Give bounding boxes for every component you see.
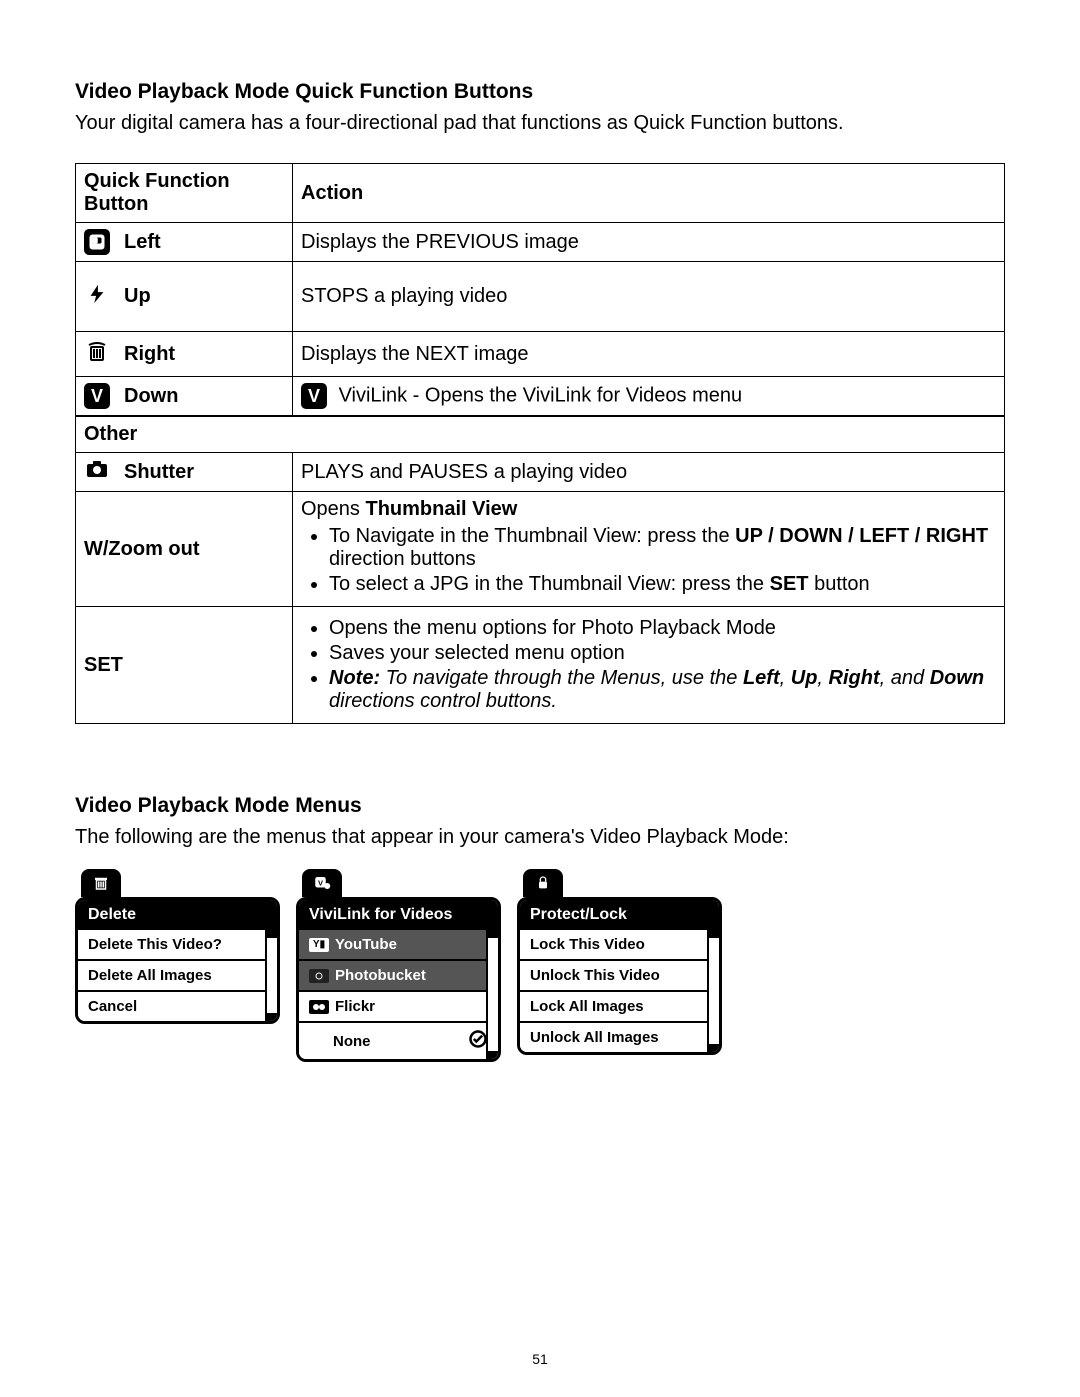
list-item[interactable]: Cancel	[78, 990, 277, 1021]
zoom-action: Opens Thumbnail View To Navigate in the …	[293, 492, 1005, 607]
page-root: Video Playback Mode Quick Function Butto…	[0, 0, 1080, 1397]
down-action: V ViviLink - Opens the ViviLink for Vide…	[293, 377, 1005, 416]
left-label: Left	[124, 231, 161, 254]
th-button: Quick Function Button	[76, 164, 293, 223]
list-item: To Navigate in the Thumbnail View: press…	[329, 525, 996, 571]
shutter-action: PLAYS and PAUSES a playing video	[293, 453, 1005, 492]
list-item[interactable]: Delete All Images	[78, 959, 277, 990]
right-action: Displays the NEXT image	[293, 332, 1005, 377]
set-label: SET	[84, 654, 123, 677]
v-icon: V	[84, 383, 110, 409]
list-item[interactable]: Unlock This Video	[520, 959, 719, 990]
scrollbar[interactable]	[265, 930, 277, 1021]
list-item[interactable]: Unlock All Images	[520, 1021, 719, 1052]
page-number: 51	[0, 1351, 1080, 1367]
section1-title: Video Playback Mode Quick Function Butto…	[75, 80, 1005, 104]
list-item[interactable]: Lock All Images	[520, 990, 719, 1021]
svg-text:V: V	[318, 878, 323, 887]
list-item[interactable]: Lock This Video	[520, 930, 719, 959]
other-table: Other Shutter PLAYS and PAUSES a playing…	[75, 415, 1005, 724]
up-action: STOPS a playing video	[293, 262, 1005, 332]
list-item[interactable]: Photobucket	[299, 959, 498, 990]
shutter-label: Shutter	[124, 461, 194, 484]
set-action: Opens the menu options for Photo Playbac…	[293, 607, 1005, 724]
flickr-icon	[309, 1000, 329, 1014]
up-label: Up	[124, 285, 151, 308]
menu-delete: Delete Delete This Video? Delete All Ima…	[75, 869, 280, 1062]
zoom-label: W/Zoom out	[84, 538, 200, 561]
right-label: Right	[124, 343, 175, 366]
list-item: Opens the menu options for Photo Playbac…	[329, 617, 996, 640]
check-icon	[468, 1029, 488, 1053]
trash-icon	[84, 338, 110, 370]
menu-protect: Protect/Lock Lock This Video Unlock This…	[517, 869, 722, 1062]
menu-title: Protect/Lock	[520, 900, 719, 930]
menu-title: Delete	[78, 900, 277, 930]
camera-icon	[84, 459, 110, 485]
menus-wrap: Delete Delete This Video? Delete All Ima…	[75, 869, 1005, 1062]
down-label: Down	[124, 385, 178, 408]
other-label: Other	[76, 416, 1005, 453]
slideshow-icon	[84, 229, 110, 255]
section1-intro: Your digital camera has a four-direction…	[75, 112, 1005, 135]
list-item[interactable]: Delete This Video?	[78, 930, 277, 959]
vivilink-icon: V	[302, 869, 342, 897]
list-item[interactable]: Flickr	[299, 990, 498, 1021]
menu-title: ViviLink for Videos	[299, 900, 498, 930]
trash-icon	[81, 869, 121, 897]
photobucket-icon	[309, 969, 329, 983]
list-item[interactable]: Y▮ YouTube	[299, 930, 498, 959]
list-item[interactable]: None	[299, 1021, 498, 1059]
section2-intro: The following are the menus that appear …	[75, 826, 1005, 849]
scrollbar[interactable]	[486, 930, 498, 1059]
scrollbar[interactable]	[707, 930, 719, 1052]
th-action: Action	[293, 164, 1005, 223]
youtube-icon: Y▮	[309, 938, 329, 952]
lock-icon	[523, 869, 563, 897]
list-item: To select a JPG in the Thumbnail View: p…	[329, 573, 996, 596]
list-item: Saves your selected menu option	[329, 642, 996, 665]
v-icon-inline: V	[301, 383, 327, 409]
flash-icon	[84, 280, 110, 314]
quick-function-table: Quick Function Button Action Left Displa…	[75, 163, 1005, 416]
list-item: Note: To navigate through the Menus, use…	[329, 667, 996, 713]
section2-title: Video Playback Mode Menus	[75, 794, 1005, 818]
menu-vivilink: V ViviLink for Videos Y▮ YouTube Photobu…	[296, 869, 501, 1062]
left-action: Displays the PREVIOUS image	[293, 223, 1005, 262]
